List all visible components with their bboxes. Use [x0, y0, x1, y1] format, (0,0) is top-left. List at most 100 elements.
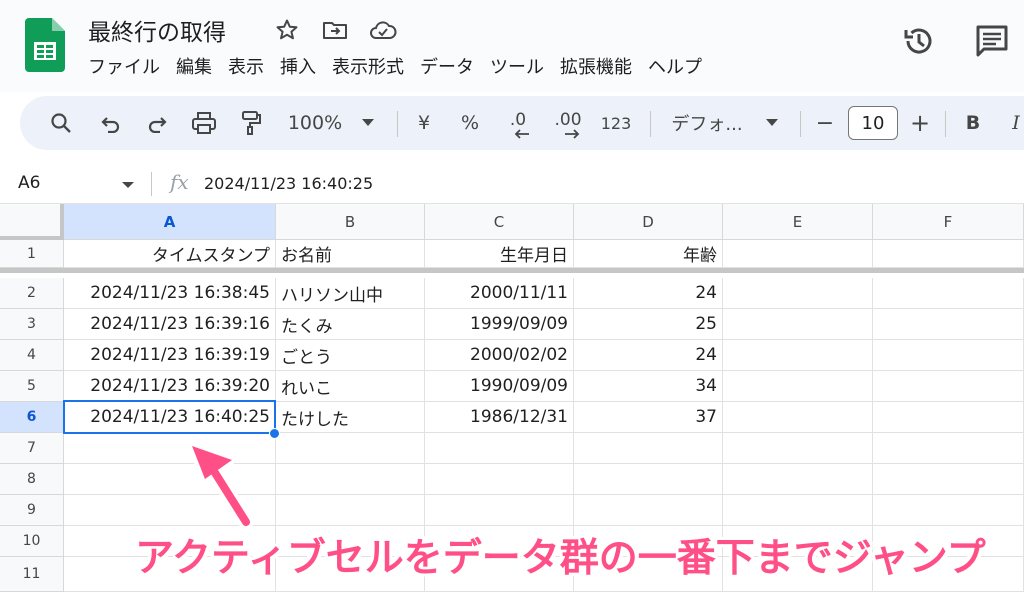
- cell-e3[interactable]: [723, 309, 873, 340]
- cell-d7[interactable]: [574, 433, 723, 464]
- font-family-select[interactable]: デフォ...: [666, 96, 748, 150]
- cell-a7[interactable]: [64, 433, 276, 464]
- redo-icon[interactable]: [142, 96, 172, 150]
- currency-format-button[interactable]: ¥: [412, 96, 436, 150]
- cell-f5[interactable]: [873, 371, 1024, 402]
- cell-f8[interactable]: [873, 464, 1024, 495]
- cell-e6[interactable]: [723, 402, 873, 433]
- cell-e8[interactable]: [723, 464, 873, 495]
- move-to-folder-icon[interactable]: [320, 15, 350, 45]
- font-size-input[interactable]: 10: [848, 106, 898, 140]
- cell-b3[interactable]: たくみ: [276, 309, 425, 340]
- cell-d3[interactable]: 25: [574, 309, 723, 340]
- menu-view[interactable]: 表示: [220, 54, 272, 82]
- column-header-a[interactable]: A: [64, 204, 276, 240]
- bold-button[interactable]: B: [962, 96, 984, 150]
- version-history-icon[interactable]: [900, 22, 938, 60]
- menu-extensions[interactable]: 拡張機能: [552, 54, 640, 82]
- cell-e5[interactable]: [723, 371, 873, 402]
- cell-f4[interactable]: [873, 340, 1024, 371]
- cell-e4[interactable]: [723, 340, 873, 371]
- row-header-9[interactable]: 9: [0, 495, 64, 526]
- document-title[interactable]: 最終行の取得: [88, 13, 226, 47]
- menu-data[interactable]: データ: [412, 54, 482, 82]
- search-menus-icon[interactable]: [46, 96, 76, 150]
- cell-c3[interactable]: 1999/09/09: [425, 309, 574, 340]
- frozen-row-divider[interactable]: [0, 268, 1024, 273]
- increase-decimal-button[interactable]: .00: [548, 96, 588, 150]
- cell-a6[interactable]: 2024/11/23 16:40:25: [64, 402, 276, 433]
- cell-c7[interactable]: [425, 433, 574, 464]
- comments-icon[interactable]: [972, 22, 1012, 60]
- name-box[interactable]: A6: [18, 173, 40, 193]
- cell-f3[interactable]: [873, 309, 1024, 340]
- zoom-select[interactable]: 100%: [284, 96, 346, 150]
- cell-d6[interactable]: 37: [574, 402, 723, 433]
- cell-f2[interactable]: [873, 278, 1024, 309]
- decrease-font-size-button[interactable]: −: [814, 96, 836, 150]
- cell-d8[interactable]: [574, 464, 723, 495]
- cell-f1[interactable]: [873, 240, 1024, 268]
- row-header-3[interactable]: 3: [0, 309, 64, 340]
- cell-b1[interactable]: お名前: [276, 240, 425, 268]
- cell-b4[interactable]: ごとう: [276, 340, 425, 371]
- row-header-5[interactable]: 5: [0, 371, 64, 402]
- menu-format[interactable]: 表示形式: [324, 54, 412, 82]
- name-box-dropdown-icon[interactable]: [122, 182, 134, 188]
- cell-a9[interactable]: [64, 495, 276, 526]
- menu-insert[interactable]: 挿入: [272, 54, 324, 82]
- cell-e1[interactable]: [723, 240, 873, 268]
- cell-a5[interactable]: 2024/11/23 16:39:20: [64, 371, 276, 402]
- paint-format-icon[interactable]: [236, 96, 266, 150]
- increase-font-size-button[interactable]: +: [908, 96, 932, 150]
- cell-a4[interactable]: 2024/11/23 16:39:19: [64, 340, 276, 371]
- column-header-d[interactable]: D: [574, 204, 723, 240]
- sheets-logo-icon[interactable]: [25, 18, 65, 72]
- row-header-1[interactable]: 1: [0, 240, 64, 268]
- row-header-4[interactable]: 4: [0, 340, 64, 371]
- cell-e2[interactable]: [723, 278, 873, 309]
- cell-e7[interactable]: [723, 433, 873, 464]
- column-header-e[interactable]: E: [723, 204, 873, 240]
- cell-d9[interactable]: [574, 495, 723, 526]
- cell-f9[interactable]: [873, 495, 1024, 526]
- cell-c5[interactable]: 1990/09/09: [425, 371, 574, 402]
- menu-help[interactable]: ヘルプ: [640, 54, 710, 82]
- star-icon[interactable]: [272, 15, 302, 45]
- cell-a3[interactable]: 2024/11/23 16:39:16: [64, 309, 276, 340]
- row-header-10[interactable]: 10: [0, 526, 64, 557]
- cell-d2[interactable]: 24: [574, 278, 723, 309]
- cell-b2[interactable]: ハリソン山中: [276, 278, 425, 309]
- percent-format-button[interactable]: %: [458, 96, 482, 150]
- formula-input[interactable]: 2024/11/23 16:40:25: [204, 174, 373, 193]
- fill-handle[interactable]: [269, 428, 280, 439]
- column-header-b[interactable]: B: [276, 204, 425, 240]
- menu-tools[interactable]: ツール: [482, 54, 552, 82]
- cell-b6[interactable]: たけした: [276, 402, 425, 433]
- italic-button[interactable]: I: [1008, 96, 1024, 150]
- row-header-11[interactable]: 11: [0, 557, 64, 592]
- more-formats-button[interactable]: 123: [598, 96, 634, 150]
- print-icon[interactable]: [188, 96, 220, 150]
- undo-icon[interactable]: [96, 96, 126, 150]
- cell-e9[interactable]: [723, 495, 873, 526]
- row-header-7[interactable]: 7: [0, 433, 64, 464]
- cell-b7[interactable]: [276, 433, 425, 464]
- cell-b8[interactable]: [276, 464, 425, 495]
- cell-a1[interactable]: タイムスタンプ: [64, 240, 276, 268]
- font-dropdown-icon[interactable]: [762, 96, 782, 150]
- cell-a8[interactable]: [64, 464, 276, 495]
- row-header-8[interactable]: 8: [0, 464, 64, 495]
- zoom-dropdown-icon[interactable]: [358, 96, 378, 150]
- row-header-2[interactable]: 2: [0, 278, 64, 309]
- cell-c9[interactable]: [425, 495, 574, 526]
- menu-file[interactable]: ファイル: [88, 54, 168, 82]
- select-all-corner[interactable]: [0, 204, 64, 240]
- cell-c8[interactable]: [425, 464, 574, 495]
- cell-b9[interactable]: [276, 495, 425, 526]
- cell-d5[interactable]: 34: [574, 371, 723, 402]
- cell-f7[interactable]: [873, 433, 1024, 464]
- menu-edit[interactable]: 編集: [168, 54, 220, 82]
- decrease-decimal-button[interactable]: .0: [502, 96, 534, 150]
- column-header-f[interactable]: F: [873, 204, 1024, 240]
